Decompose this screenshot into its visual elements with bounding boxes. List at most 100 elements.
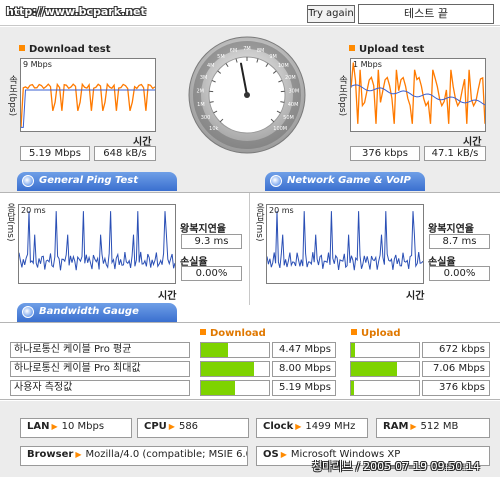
- ping-scale-label: 20 ms: [21, 206, 46, 215]
- rtt-label: 왕복지연율: [180, 224, 226, 235]
- upload-speed-bps: 376 kbps: [350, 146, 420, 161]
- ping-series: [18, 211, 176, 271]
- general-ping-chart: 20 ms: [18, 204, 176, 284]
- game-rtt-label: 왕복지연율: [428, 224, 474, 235]
- try-again-button[interactable]: Try again: [307, 5, 355, 23]
- upload-bar: [350, 380, 420, 396]
- download-speed-bps: 5.19 Mbps: [20, 146, 90, 161]
- upload-chart-svg: [350, 62, 486, 124]
- gauge-tick-label: 300: [201, 115, 211, 121]
- gauge-tick-label: 10k: [209, 126, 218, 132]
- download-bar-fill: [201, 381, 235, 395]
- game-ping-x-axis-label: 시간: [406, 291, 425, 302]
- orange-square-icon: [200, 329, 206, 335]
- bandwidth-gauge-tab: Bandwidth Gauge: [17, 303, 177, 322]
- download-scale-label: 9 Mbps: [23, 60, 52, 69]
- upload-speed-bytes: 47.1 kB/s: [424, 146, 486, 161]
- footer-stamp: 청마리브 / 2005-07-19 09:50:14: [312, 460, 481, 473]
- upload-bar-fill: [351, 362, 398, 376]
- gauge-tick-label: 5M: [217, 54, 225, 60]
- download-bar-fill: [201, 343, 229, 357]
- gauge-tick-label: 1M: [197, 102, 205, 108]
- rtt-value: 9.3 ms: [181, 234, 242, 249]
- download-bar-fill: [201, 362, 255, 376]
- arrow-right-icon: ▶: [75, 450, 82, 459]
- upload-chart: 1 Mbps: [350, 58, 486, 132]
- upload-bar-fill: [351, 343, 356, 357]
- arrow-right-icon: ▶: [295, 422, 302, 431]
- arrow-right-icon: ▶: [51, 422, 58, 431]
- download-average-series: [21, 89, 155, 128]
- download-bar: [200, 361, 270, 377]
- download-y-axis-label: 속도(bps): [7, 75, 17, 117]
- globe-icon: [22, 175, 34, 187]
- browser-info: Browser ▶ Mozilla/4.0 (compatible; MSIE 6.…: [20, 446, 248, 466]
- general-ping-svg: [18, 211, 176, 271]
- throughput-panel: Download test 속도(bps) 9 Mbps 시간 5.19 Mbp…: [0, 27, 500, 204]
- gauge-tick-label: 30M: [288, 88, 299, 94]
- download-value: 4.47 Mbps: [272, 342, 336, 358]
- gauge-dial: 10k 300 1M 2M 3M 4M5M 6M 7M 8M 9M10M 20M 30M 40M 50M 1…: [188, 36, 306, 154]
- clock-info: Clock ▶ 1499 MHz: [256, 418, 368, 438]
- upload-y-axis-label: 속도(bps): [337, 75, 347, 117]
- game-rtt-value: 8.7 ms: [429, 234, 490, 249]
- game-ping-y-axis-label: 응답(ms): [254, 203, 264, 242]
- orange-square-icon: [349, 45, 355, 51]
- arrow-right-icon: ▶: [410, 422, 417, 431]
- gauge-tick-label: 100M: [273, 126, 287, 132]
- globe-icon: [22, 306, 34, 318]
- game-ping-scale-label: 20 ms: [269, 206, 294, 215]
- download-bar: [200, 342, 270, 358]
- orange-square-icon: [351, 329, 357, 335]
- speed-gauge: 10k 300 1M 2M 3M 4M 5M 6M 7M 8M 9M 10M 20M 30M 40M 50M 1…: [187, 35, 307, 155]
- arrow-right-icon: ▶: [168, 422, 175, 431]
- ram-info: RAM ▶ 512 MB: [376, 418, 490, 438]
- gauge-tick-label: 6M: [230, 48, 238, 54]
- download-value: 5.19 Mbps: [272, 380, 336, 396]
- gauge-tick-label: 10M: [278, 63, 289, 69]
- game-voip-tab: Network Game & VoIP Test: [265, 172, 425, 204]
- bandwidth-row-label: 하나로통신 케이블 Pro 평균: [10, 342, 190, 358]
- ping-panel: 응답(ms) 20 ms 시간 왕복지연율 9.3 ms 손실율 0.00% 응…: [0, 193, 500, 323]
- upload-bar-fill: [351, 381, 354, 395]
- gauge-tick-label: 7M: [243, 46, 251, 52]
- upload-test-title: Upload test: [349, 44, 424, 55]
- bandwidth-panel: Download Upload 하나로통신 케이블 Pro 평균 4.47 Mbp…: [0, 324, 500, 400]
- download-chart-svg: [20, 82, 156, 128]
- system-info-panel: LAN ▶ 10 Mbps CPU ▶ 586 Clock ▶ 1499 MHz RAM ▶ 5…: [0, 401, 500, 477]
- orange-square-icon: [19, 45, 25, 51]
- general-ping-tab: General Ping Test: [17, 172, 177, 191]
- upload-value: 376 kbps: [422, 380, 490, 396]
- game-ping-chart: 20 ms: [266, 204, 424, 284]
- upload-scale-label: 1 Mbps: [353, 60, 382, 69]
- upload-value: 672 kbps: [422, 342, 490, 358]
- lan-info: LAN ▶ 10 Mbps: [20, 418, 132, 438]
- gauge-tick-label: 4M: [207, 63, 215, 69]
- download-series: [20, 82, 156, 128]
- upload-bar: [350, 361, 420, 377]
- gauge-tick-label: 40M: [288, 102, 299, 108]
- gauge-tick-label: 20M: [285, 75, 296, 81]
- gauge-tick-label: 50M: [283, 115, 294, 121]
- gauge-tick-label: 3M: [200, 75, 208, 81]
- download-value: 8.00 Mbps: [272, 361, 336, 377]
- game-loss-value: 0.00%: [429, 266, 490, 281]
- bandwidth-row-label: 하나로통신 케이블 Pro 최대값: [10, 361, 190, 377]
- arrow-right-icon: ▶: [280, 450, 287, 459]
- upload-value: 7.06 Mbps: [422, 361, 490, 377]
- bandwidth-row-label: 사용자 측정값: [10, 380, 190, 396]
- status-display: 테스트 끝: [358, 4, 494, 24]
- download-test-title: Download test: [19, 44, 111, 55]
- ping-y-axis-label: 응답(ms): [5, 203, 15, 242]
- top-bar: http://www.bcpark.net Try again 테스트 끝: [0, 0, 500, 26]
- watermark: http://www.bcpark.net: [6, 5, 146, 18]
- loss-value: 0.00%: [181, 266, 242, 281]
- download-speed-bytes: 648 kB/s: [94, 146, 156, 161]
- cpu-info: CPU ▶ 586: [137, 418, 249, 438]
- upload-bar: [350, 342, 420, 358]
- gauge-tick-label: 2M: [196, 88, 204, 94]
- ping-x-axis-label: 시간: [158, 291, 177, 302]
- upload-series: [350, 62, 486, 124]
- download-bar: [200, 380, 270, 396]
- game-ping-series: [266, 211, 424, 271]
